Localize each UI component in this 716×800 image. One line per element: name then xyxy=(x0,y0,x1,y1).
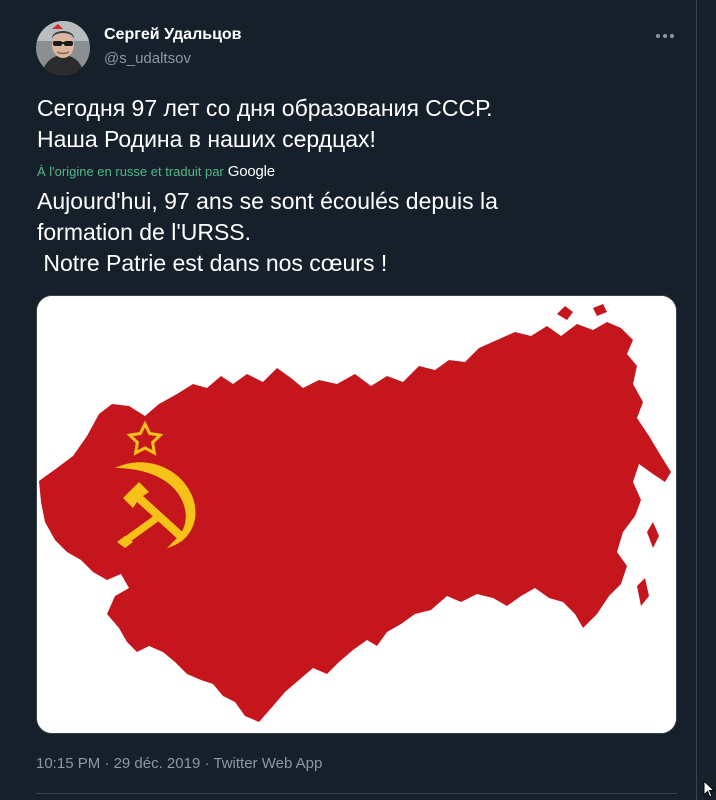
tweet-source[interactable]: Twitter Web App xyxy=(213,755,322,772)
avatar-image xyxy=(36,21,90,75)
tweet-translation-line: Aujourd'hui, 97 ans se sont écoulés depu… xyxy=(37,188,498,214)
meta-separator: · xyxy=(200,755,214,772)
tweet-detail: Сергей Удальцов @s_udaltsov Сегодня 97 л… xyxy=(0,0,697,800)
divider xyxy=(36,793,677,794)
author-display-name[interactable]: Сергей Удальцов xyxy=(104,25,242,45)
translation-label: À l'origine en russe et traduit par xyxy=(37,163,224,179)
more-options-button[interactable] xyxy=(648,22,682,50)
author-handle[interactable]: @s_udaltsov xyxy=(104,49,191,69)
meta-separator: · xyxy=(100,755,114,772)
tweet-original-text: Сегодня 97 лет со дня образования СССР. … xyxy=(37,93,667,155)
tweet-media-image[interactable] xyxy=(36,295,677,734)
avatar[interactable] xyxy=(36,21,90,75)
tweet-date[interactable]: 29 déc. 2019 xyxy=(114,755,201,772)
ussr-map-image xyxy=(37,296,676,733)
tweet-translation-line: formation de l'URSS. xyxy=(37,219,252,245)
tweet-translation-line: Notre Patrie est dans nos cœurs ! xyxy=(37,250,388,276)
tweet-original-line: Сегодня 97 лет со дня образования СССР. xyxy=(37,95,493,121)
tweet-original-line: Наша Родина в наших сердцах! xyxy=(37,126,376,152)
tweet-time[interactable]: 10:15 PM xyxy=(36,755,100,772)
tweet-translation-text: Aujourd'hui, 97 ans se sont écoulés depu… xyxy=(37,186,667,279)
more-horizontal-icon xyxy=(656,34,674,38)
tweet-metadata: 10:15 PM · 29 déc. 2019 · Twitter Web Ap… xyxy=(36,754,322,774)
scrollbar[interactable] xyxy=(697,0,716,800)
page: Сергей Удальцов @s_udaltsov Сегодня 97 л… xyxy=(0,0,716,800)
google-logo: Google xyxy=(227,162,275,180)
mouse-pointer-icon xyxy=(703,779,716,800)
translation-attribution[interactable]: À l'origine en russe et traduit par Goog… xyxy=(37,161,275,181)
